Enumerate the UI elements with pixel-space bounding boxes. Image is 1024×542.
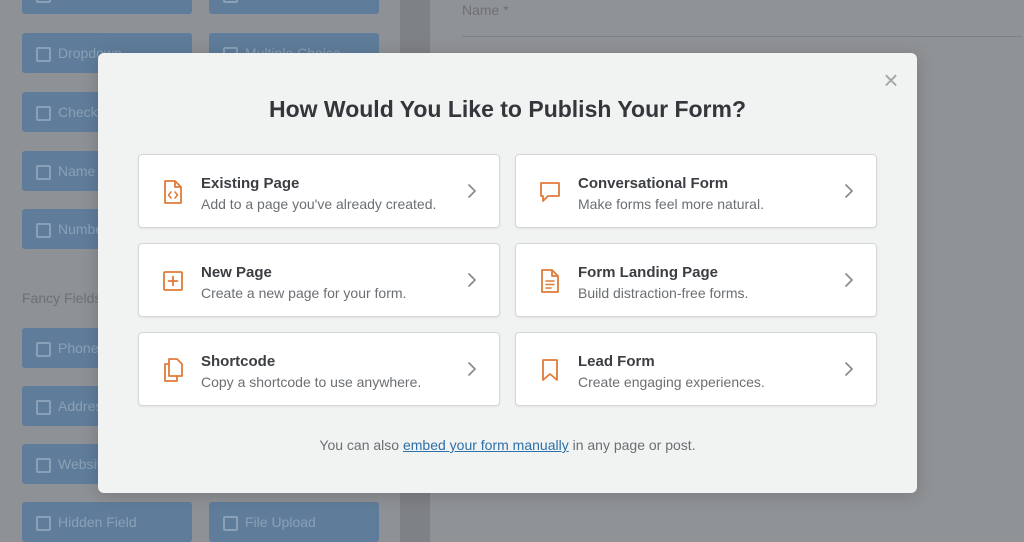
option-new-page[interactable]: New Page Create a new page for your form…	[138, 243, 500, 317]
option-title: Existing Page	[201, 175, 300, 192]
chevron-right-icon	[468, 184, 476, 198]
embed-manually-link[interactable]: embed your form manually	[403, 437, 569, 453]
option-description: Add to a page you've already created.	[201, 196, 437, 212]
option-title: Conversational Form	[578, 175, 729, 192]
option-existing-page[interactable]: Existing Page Add to a page you've alrea…	[138, 154, 500, 228]
field-button-file-upload: File Upload	[209, 502, 379, 542]
option-title: New Page	[201, 264, 272, 281]
section-heading-fancy-fields: Fancy Fields	[22, 290, 102, 306]
form-field-label: Name *	[462, 2, 509, 18]
modal-title: How Would You Like to Publish Your Form?	[268, 96, 747, 122]
publish-modal: × How Would You Like to Publish Your For…	[98, 53, 917, 493]
close-icon[interactable]: ×	[879, 67, 903, 93]
option-form-landing-page[interactable]: Form Landing Page Build distraction-free…	[515, 243, 877, 317]
option-shortcode[interactable]: Shortcode Copy a shortcode to use anywhe…	[138, 332, 500, 406]
option-lead-form[interactable]: Lead Form Create engaging experiences.	[515, 332, 877, 406]
chevron-right-icon	[468, 273, 476, 287]
option-description: Create a new page for your form.	[201, 285, 407, 301]
option-description: Make forms feel more natural.	[578, 196, 764, 212]
footer-text-before: You can also	[319, 437, 403, 453]
footer-text-after: in any page or post.	[568, 437, 696, 453]
chat-bubble-icon	[540, 182, 560, 202]
field-button	[209, 0, 379, 14]
bookmark-icon	[542, 359, 558, 381]
option-conversational-form[interactable]: Conversational Form Make forms feel more…	[515, 154, 877, 228]
option-description: Build distraction-free forms.	[578, 285, 749, 301]
field-button-hidden-field: Hidden Field	[22, 502, 192, 542]
option-title: Form Landing Page	[578, 264, 719, 281]
footer-note: You can also embed your form manually in…	[98, 437, 917, 453]
option-description: Create engaging experiences.	[578, 374, 765, 390]
chevron-right-icon	[468, 362, 476, 376]
chevron-right-icon	[845, 362, 853, 376]
option-title: Shortcode	[201, 353, 276, 370]
chevron-right-icon	[845, 184, 853, 198]
file-code-icon	[164, 180, 182, 204]
document-icon	[541, 269, 559, 293]
form-field-line	[462, 36, 1022, 37]
chevron-right-icon	[845, 273, 853, 287]
option-description: Copy a shortcode to use anywhere.	[201, 374, 422, 390]
option-title: Lead Form	[578, 353, 655, 370]
copy-icon	[164, 358, 183, 382]
plus-square-icon	[163, 271, 183, 291]
field-button	[22, 0, 192, 14]
